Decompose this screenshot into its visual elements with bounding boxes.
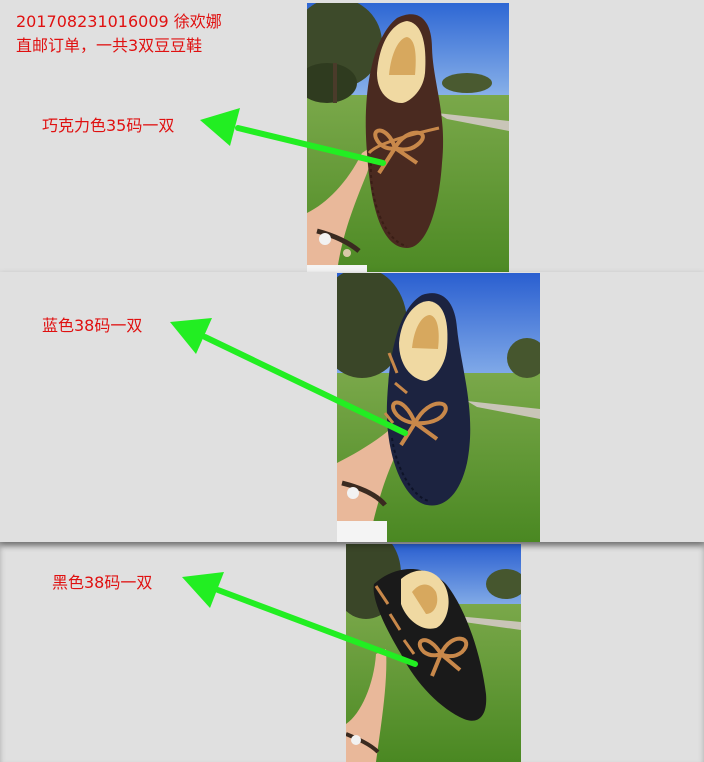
order-note-line: 直邮订单，一共3双豆豆鞋 — [16, 36, 203, 55]
item-label-black: 黑色38码一双 — [52, 573, 153, 592]
panel-blue: 蓝色38码一双 — [0, 272, 704, 542]
order-collage: 201708231016009 徐欢娜 直邮订单，一共3双豆豆鞋 巧克力色35码… — [0, 0, 704, 762]
shoe-photo-blue — [337, 273, 540, 542]
item-label-blue: 蓝色38码一双 — [42, 316, 143, 335]
item-label-chocolate: 巧克力色35码一双 — [42, 116, 175, 135]
shoe-photo-black — [346, 544, 521, 762]
order-number-line: 201708231016009 徐欢娜 — [16, 12, 222, 31]
shoe-photo-chocolate — [307, 3, 509, 272]
panel-black: 黑色38码一双 — [0, 542, 704, 762]
panel-chocolate: 201708231016009 徐欢娜 直邮订单，一共3双豆豆鞋 巧克力色35码… — [0, 0, 704, 272]
